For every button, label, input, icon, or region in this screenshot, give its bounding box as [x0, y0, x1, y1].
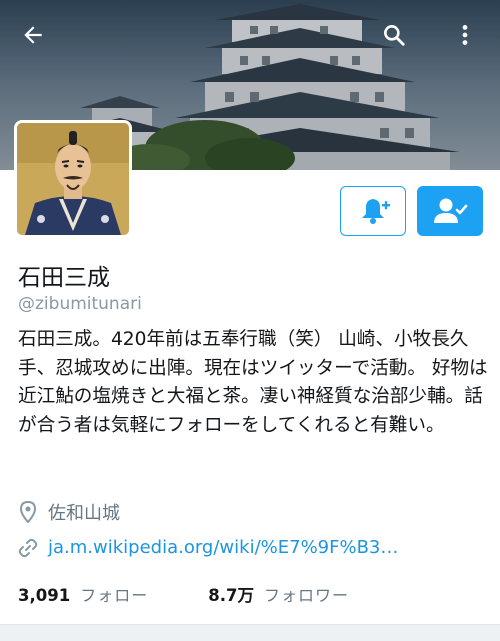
- notifications-button[interactable]: [340, 186, 406, 236]
- more-options-button[interactable]: [452, 22, 488, 58]
- profile-location: 佐和山城: [18, 499, 120, 525]
- profile-handle: @zibumitunari: [18, 294, 142, 314]
- arrow-left-icon: [24, 26, 42, 44]
- profile-bio: 石田三成。420年前は五奉行職（笑） 山崎、小牧長久手、忍城攻めに出陣。現在はツ…: [18, 329, 488, 436]
- section-divider: [0, 624, 500, 641]
- link-icon: [18, 538, 38, 557]
- following-stat[interactable]: 3,091 フォロー: [18, 582, 148, 606]
- location-pin-icon: [19, 501, 37, 523]
- followers-count: 8.7万: [208, 586, 254, 605]
- website-link-text[interactable]: ja.m.wikipedia.org/wiki/%E7%9F%B3…: [48, 537, 398, 558]
- user-check-icon: [434, 198, 468, 223]
- search-button[interactable]: [381, 22, 417, 58]
- location-text: 佐和山城: [48, 503, 120, 524]
- following-button[interactable]: [417, 186, 483, 236]
- search-icon: [384, 25, 405, 46]
- bell-plus-icon: [362, 199, 390, 224]
- following-count: 3,091: [18, 586, 71, 605]
- profile-website[interactable]: ja.m.wikipedia.org/wiki/%E7%9F%B3…: [18, 537, 398, 558]
- samurai-portrait-image: [17, 123, 129, 235]
- profile-name: 石田三成: [18, 265, 110, 291]
- following-label: フォロー: [80, 586, 149, 605]
- avatar[interactable]: [14, 120, 132, 238]
- follow-stats: 3,091 フォロー 8.7万 フォロワー: [18, 582, 349, 606]
- followers-stat[interactable]: 8.7万 フォロワー: [208, 582, 349, 606]
- more-vertical-icon: [462, 25, 468, 45]
- followers-label: フォロワー: [263, 586, 349, 605]
- back-button[interactable]: [20, 22, 56, 58]
